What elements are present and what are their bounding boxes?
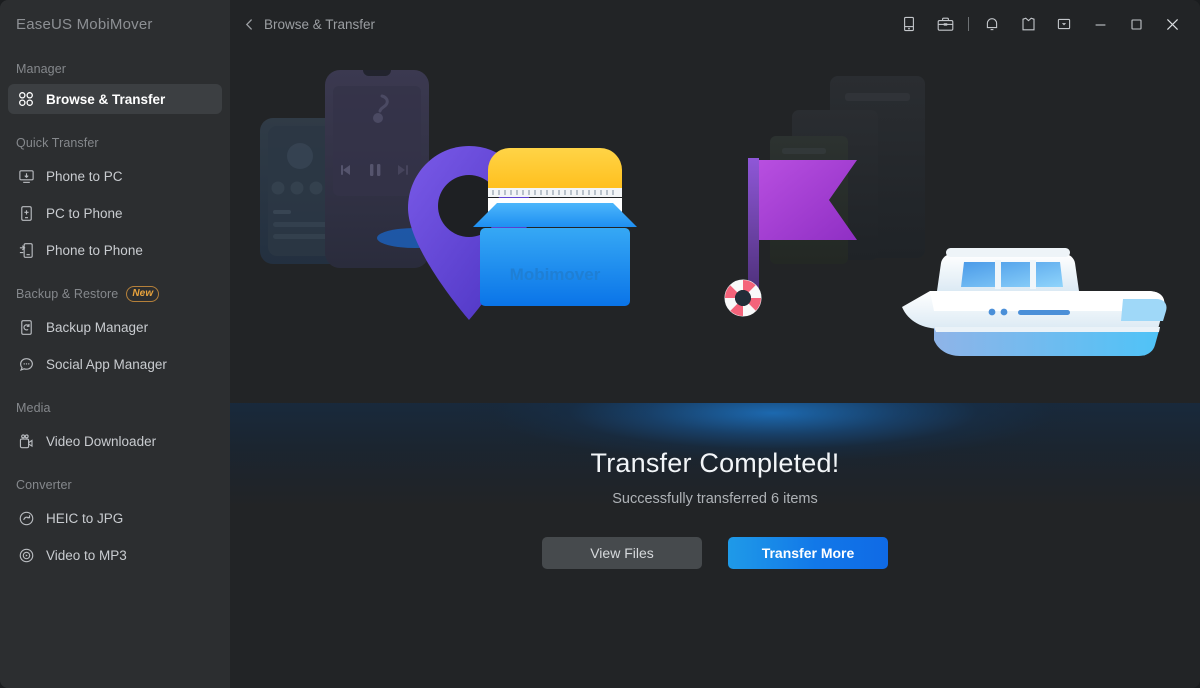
phone-to-pc-icon [16,166,36,186]
transfer-box: Mobimover [473,148,637,306]
sidebar-item-phone-to-phone[interactable]: Phone to Phone [8,235,222,265]
sidebar-item-social-app-manager[interactable]: Social App Manager [8,349,222,379]
sidebar-item-browse-transfer[interactable]: Browse & Transfer [8,84,222,114]
chat-bubble-icon [16,354,36,374]
backup-icon [16,317,36,337]
main-panel: Browse & Transfer Mobimover Transfer Com… [230,0,1200,688]
completion-message: Transfer Completed! Successfully transfe… [230,448,1200,569]
titlebar-actions [891,0,1200,48]
skin-theme-icon[interactable] [1013,9,1043,39]
status-subtitle: Successfully transferred 6 items [612,491,818,507]
phone-to-phone-icon [16,240,36,260]
sidebar-item-label: Browse & Transfer [46,91,166,107]
new-badge: New [126,286,160,302]
sidebar: EaseUS MobiMover Manager Browse & Transf… [0,0,230,688]
sidebar-group-text: Converter [16,478,72,492]
sidebar-item-video-to-mp3[interactable]: Video to MP3 [8,540,222,570]
minimize-button[interactable] [1083,7,1117,41]
illustration-stage: Mobimover [230,48,1200,688]
menu-dropdown-icon[interactable] [1049,9,1079,39]
heic-convert-icon [16,508,36,528]
sidebar-item-heic-to-jpg[interactable]: HEIC to JPG [8,503,222,533]
device-icon[interactable] [894,9,924,39]
breadcrumb-label: Browse & Transfer [264,16,376,32]
life-ring-icon [724,279,762,317]
maximize-button[interactable] [1119,7,1153,41]
sidebar-item-phone-to-pc[interactable]: Phone to PC [8,161,222,191]
sidebar-item-backup-manager[interactable]: Backup Manager [8,312,222,342]
breadcrumb[interactable]: Browse & Transfer [244,17,375,32]
boat-illustration [902,248,1167,356]
chevron-left-icon[interactable] [244,18,255,31]
titlebar-divider [968,17,969,31]
pc-to-phone-icon [16,203,36,223]
toolbox-icon[interactable] [930,9,960,39]
sidebar-group-label-manager: Manager [0,58,230,80]
close-button[interactable] [1155,7,1189,41]
sidebar-group-text: Manager [16,62,67,76]
sidebar-item-label: Video Downloader [46,433,157,449]
sidebar-group-label-converter: Converter [0,474,230,496]
transfer-more-button[interactable]: Transfer More [728,537,888,569]
sidebar-item-pc-to-phone[interactable]: PC to Phone [8,198,222,228]
video-camera-icon [16,431,36,451]
sidebar-item-label: HEIC to JPG [46,510,124,526]
sidebar-item-video-downloader[interactable]: Video Downloader [8,426,222,456]
bell-icon[interactable] [977,9,1007,39]
sidebar-item-label: Backup Manager [46,319,149,335]
sidebar-item-label: PC to Phone [46,205,123,221]
box-label: Mobimover [510,265,601,284]
action-buttons: View Files Transfer More [230,537,1200,569]
sidebar-item-label: Phone to PC [46,168,123,184]
app-brand-title: EaseUS MobiMover [16,15,153,33]
application-window: EaseUS MobiMover Manager Browse & Transf… [0,0,1200,688]
sidebar-group-text: Media [16,401,51,415]
flag-marker [748,158,857,298]
content-area: Mobimover Transfer Completed! Successful… [230,48,1200,688]
sidebar-group-label-quick-transfer: Quick Transfer [0,132,230,154]
sidebar-item-label: Video to MP3 [46,547,127,563]
sidebar-group-label-media: Media [0,397,230,419]
page-title: Transfer Completed! [590,448,840,478]
sidebar-group-text: Backup & Restore [16,287,119,301]
sidebar-group-label-backup-restore: Backup & Restore New [0,283,230,305]
transfer-complete-illustration: Mobimover [260,70,1167,356]
title-bar: Browse & Transfer [230,0,1200,48]
view-files-button[interactable]: View Files [542,537,702,569]
grid-icon [16,89,36,109]
sidebar-group-text: Quick Transfer [16,136,99,150]
sidebar-item-label: Phone to Phone [46,242,143,258]
sidebar-item-label: Social App Manager [46,356,167,372]
video-play-icon [16,545,36,565]
